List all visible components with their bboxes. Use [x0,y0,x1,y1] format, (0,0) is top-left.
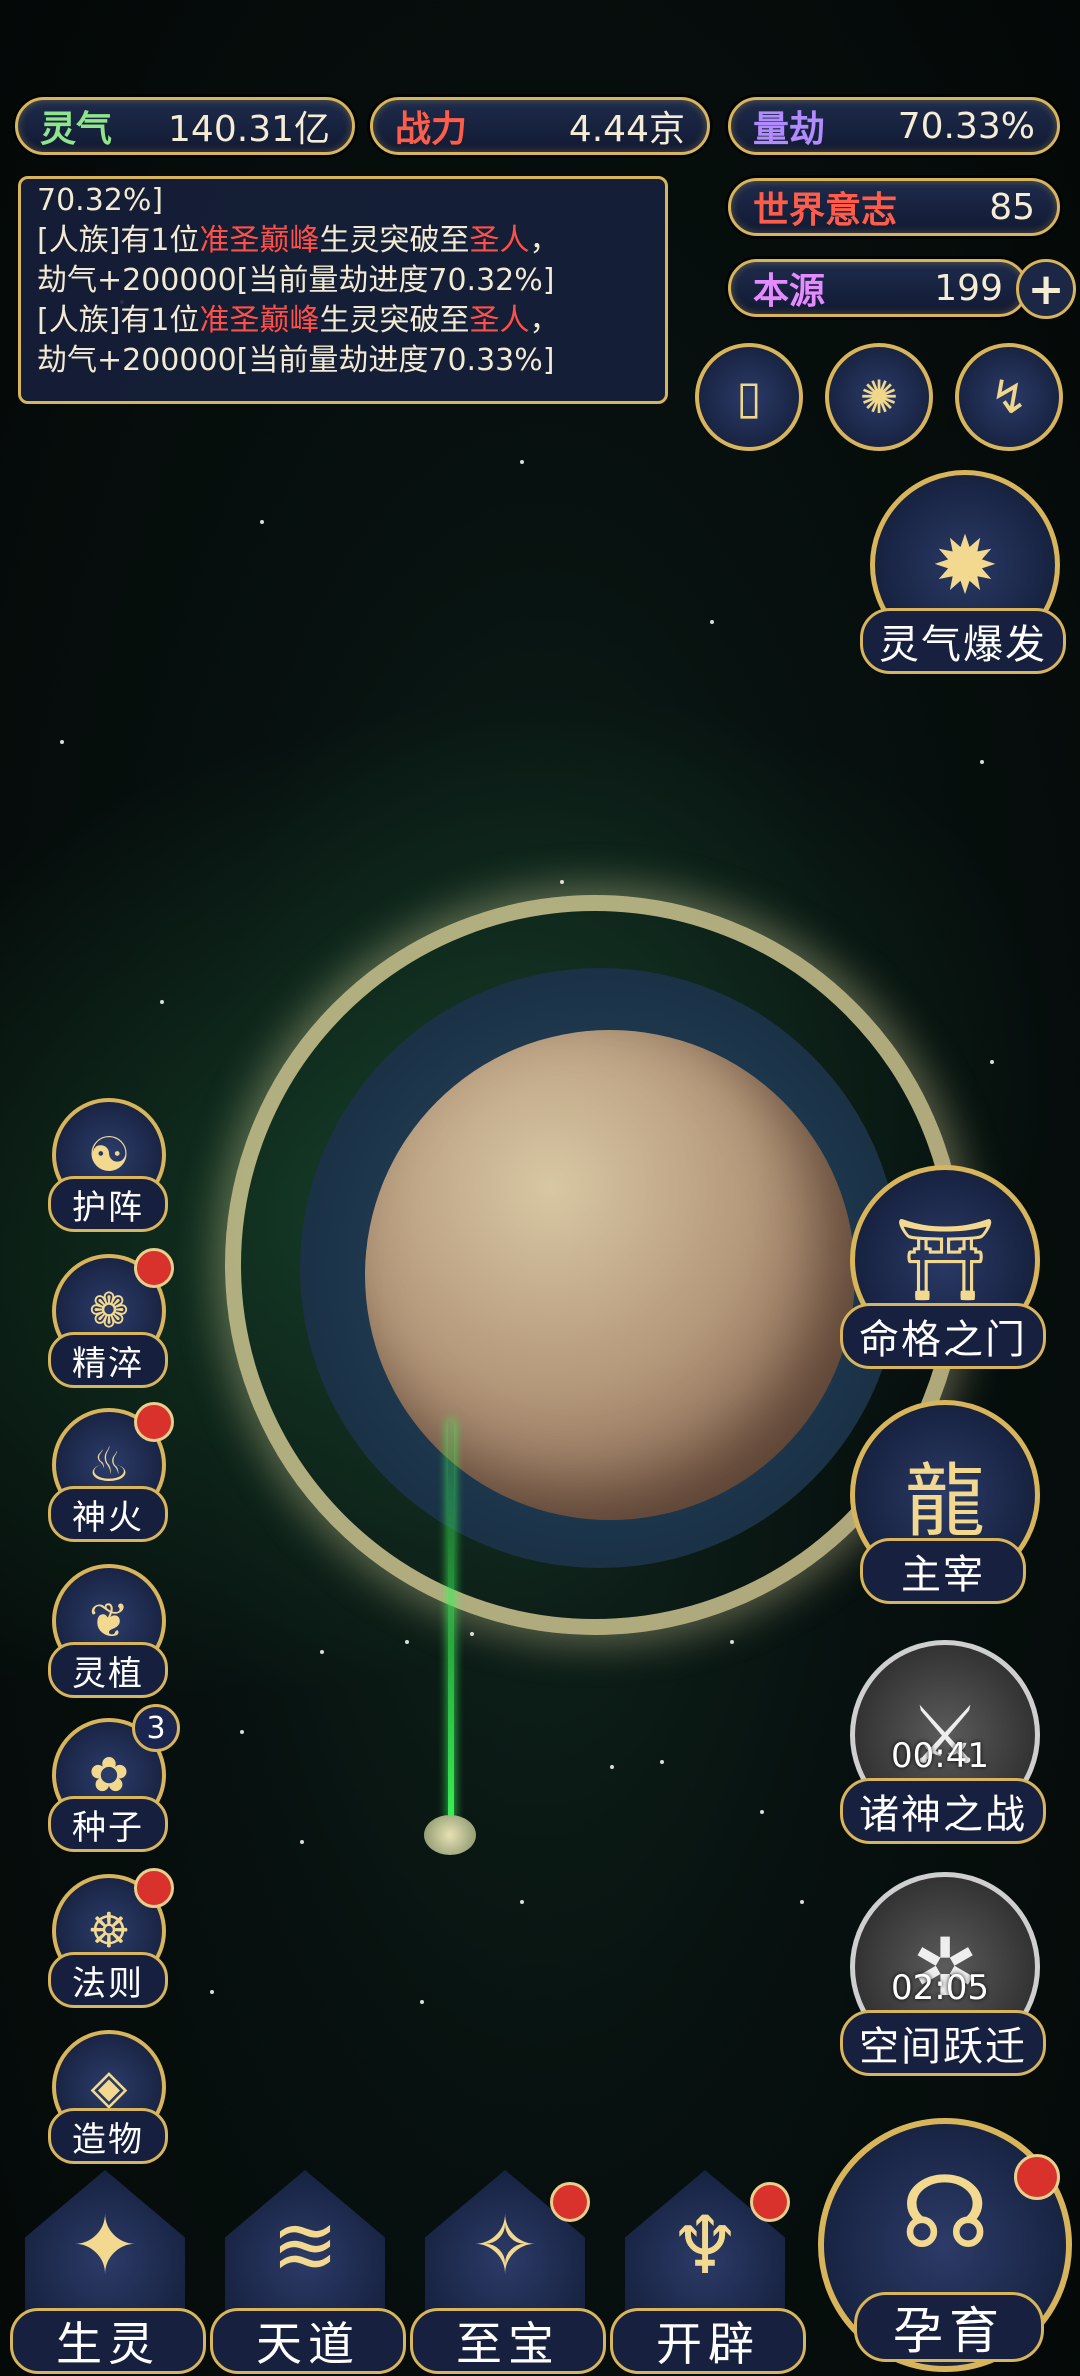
kongjian-yueqian-button[interactable]: ✲ 02:05 空间跃迁 [840,1872,1046,2076]
zhanli-value: 4.44京 [568,109,685,150]
log-entry: [人族]有1位准圣巅峰生灵突破至圣人， [37,223,560,258]
faze-label: 法则 [48,1952,168,2008]
benyuan-value: 199 [934,267,1003,309]
nav-zhibao[interactable]: ✧ 至宝 [410,2170,606,2374]
liangjie-value: 70.33% [897,105,1035,147]
benyuan-stat: 本源 199 [728,259,1028,317]
lingqi-stat: 灵气 140.31亿 [15,97,355,155]
notification-dot [134,1868,174,1908]
shijie-yizhi-value: 85 [989,186,1035,228]
zhanli-label: 战力 [395,109,468,150]
lingqi-value: 140.31亿 [168,109,330,150]
zaowu-label: 造物 [48,2108,168,2164]
jingcui-button[interactable]: ❁ 精淬 [40,1248,174,1394]
zhongzi-button[interactable]: ✿ 种子 3 [40,1704,180,1858]
benyuan-add-button[interactable]: + [1016,259,1076,319]
shijie-yizhi-stat[interactable]: 世界意志 85 [728,178,1060,236]
planet[interactable] [365,1030,855,1520]
cards-button[interactable]: ▯ [695,343,803,451]
notification-dot [134,1248,174,1288]
nav-shengling-label: 生灵 [10,2308,206,2374]
shenhuo-button[interactable]: ♨ 神火 [40,1402,174,1548]
wave-icon: ≋ [225,2170,385,2320]
notification-dot [1014,2154,1060,2200]
lingqi-baofa-button[interactable]: ✹ 灵气爆发 [860,470,1066,674]
cards-icon: ▯ [736,370,762,424]
jingcui-label: 精淬 [48,1332,168,1388]
zhushen-zhizhan-button[interactable]: ⚔ 00:41 诸神之战 [840,1640,1046,1844]
scroll-button[interactable]: ↯ [955,343,1063,451]
green-beam [448,1420,454,1820]
notification-dot [134,1402,174,1442]
nav-tiandao-label: 天道 [210,2308,406,2374]
log-line: 劫气+200000[当前量劫进度70.33%] [37,343,555,378]
portal-button[interactable]: ✺ [825,343,933,451]
log-entry: [人族]有1位准圣巅峰生灵突破至圣人， [37,303,560,338]
zhanli-stat: 战力 4.44京 [370,97,710,155]
log-line: 70.32%] [37,183,164,218]
phoenix-icon: ✦ [25,2170,185,2320]
lingqi-label: 灵气 [40,109,113,150]
count-badge: 3 [132,1704,180,1752]
lingzhi-button[interactable]: ❦ 灵植 [40,1564,170,1704]
mingge-zhimen-label: 命格之门 [840,1303,1046,1369]
huzhen-button[interactable]: ☯ 护阵 [40,1098,170,1238]
yunyu-button[interactable]: ☊ 孕育 [818,2118,1072,2372]
notification-dot [750,2182,790,2222]
zaowu-button[interactable]: ◈ 造物 [40,2030,170,2170]
zhushen-timer: 00:41 [891,1736,989,1776]
nav-kaipi[interactable]: ♆ 开辟 [610,2170,806,2374]
yunyu-label: 孕育 [854,2292,1044,2362]
nav-zhibao-label: 至宝 [410,2308,606,2374]
kongjian-yueqian-label: 空间跃迁 [840,2010,1046,2076]
zhushen-zhizhan-label: 诸神之战 [840,1778,1046,1844]
event-log[interactable]: 70.32%] [人族]有1位准圣巅峰生灵突破至圣人， 劫气+200000[当前… [18,176,668,404]
faze-button[interactable]: ☸ 法则 [40,1868,174,2014]
lingzhi-label: 灵植 [48,1642,168,1698]
nav-shengling[interactable]: ✦ 生灵 [10,2170,206,2374]
zhuzai-label: 主宰 [860,1538,1026,1604]
kongjian-timer: 02:05 [891,1968,989,2008]
benyuan-label: 本源 [753,271,826,312]
huzhen-label: 护阵 [48,1176,168,1232]
nav-kaipi-label: 开辟 [610,2308,806,2374]
mingge-zhimen-button[interactable]: ⛩ 命格之门 [840,1165,1046,1369]
scroll-icon: ↯ [989,370,1029,424]
liangjie-label: 量劫 [753,109,826,150]
notification-dot [550,2182,590,2222]
lingqi-baofa-label: 灵气爆发 [860,608,1066,674]
nav-tiandao[interactable]: ≋ 天道 [210,2170,406,2374]
log-line: 劫气+200000[当前量劫进度70.32%] [37,263,555,298]
shijie-yizhi-label: 世界意志 [753,190,898,231]
shenhuo-label: 神火 [48,1486,168,1542]
flying-ship-icon[interactable] [424,1815,476,1855]
liangjie-stat[interactable]: 量劫 70.33% [728,97,1060,155]
zhongzi-label: 种子 [48,1796,168,1852]
zhuzai-button[interactable]: 龍 主宰 [840,1400,1040,1604]
portal-swirl-icon: ✺ [859,370,899,424]
